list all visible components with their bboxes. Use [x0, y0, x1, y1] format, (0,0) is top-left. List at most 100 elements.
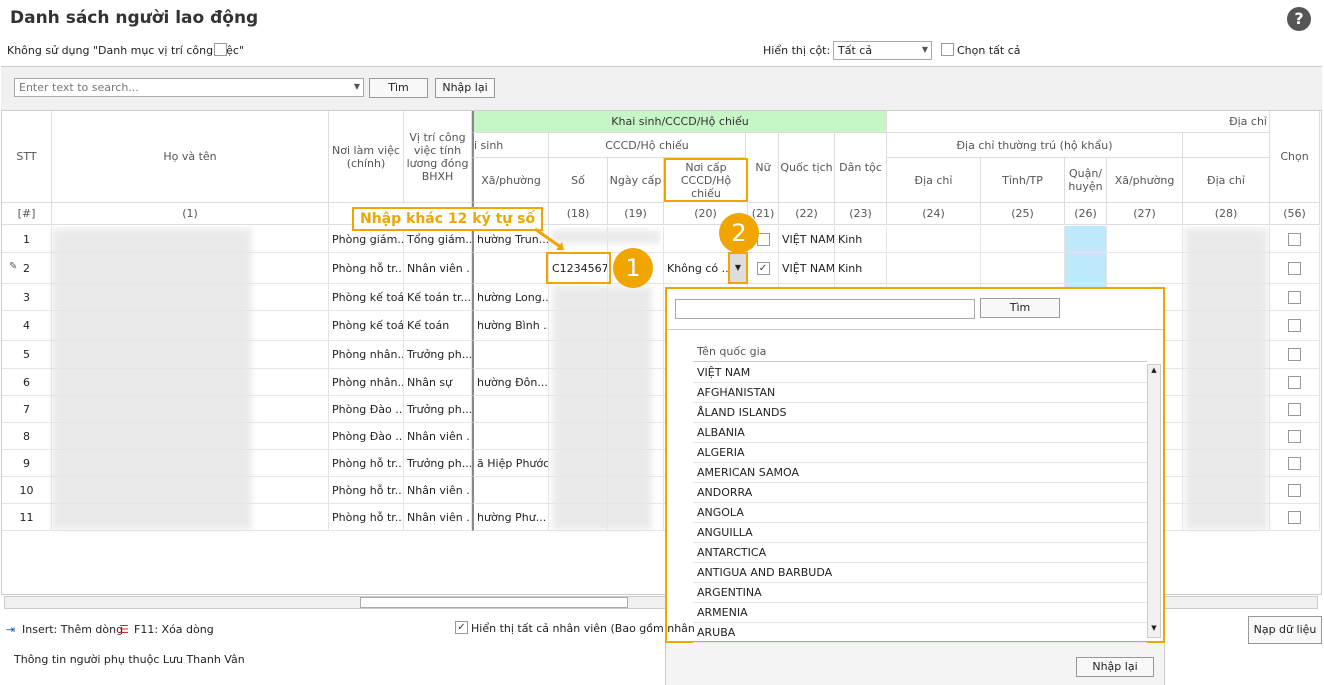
- show-all-checkbox[interactable]: [455, 621, 468, 634]
- header-position[interactable]: Vị trí công việc tính lương đóng BHXH: [404, 111, 472, 203]
- dropdown-find-button[interactable]: Tìm: [980, 298, 1060, 318]
- cell-position[interactable]: Kế toán tr...: [404, 284, 472, 311]
- cell-ward[interactable]: hường Phư...: [472, 504, 549, 531]
- scroll-up-icon[interactable]: ▲: [1149, 366, 1159, 376]
- female-cell[interactable]: [748, 253, 779, 284]
- cell-ward[interactable]: [472, 253, 549, 284]
- cell-ward[interactable]: ã Hiệp Phước: [472, 450, 549, 477]
- cell-ward[interactable]: [472, 477, 549, 504]
- cell-workplace[interactable]: Phòng kế toán: [329, 284, 404, 311]
- grid-cell[interactable]: [981, 226, 1065, 253]
- choose-cell[interactable]: [1270, 284, 1320, 311]
- choose-checkbox[interactable]: [1288, 510, 1301, 524]
- row-stt[interactable]: 1: [2, 226, 52, 253]
- choose-cell[interactable]: [1270, 396, 1320, 423]
- row-stt[interactable]: 8: [2, 423, 52, 450]
- country-item[interactable]: VIỆT NAM: [693, 363, 1147, 383]
- cell-ethnic[interactable]: Kinh: [835, 253, 887, 284]
- cell-workplace[interactable]: Phòng hỗ tr...: [329, 450, 404, 477]
- show-cols-select[interactable]: Tất cả ▼: [833, 41, 932, 60]
- district-cell[interactable]: [1065, 253, 1107, 284]
- choose-cell[interactable]: [1270, 311, 1320, 341]
- female-checkbox[interactable]: [756, 261, 770, 275]
- choose-cell[interactable]: [1270, 253, 1320, 284]
- cell-ward[interactable]: hường Đôn...: [472, 369, 549, 396]
- country-item[interactable]: ARMENIA: [693, 603, 1147, 623]
- country-item[interactable]: ARUBA: [693, 623, 1147, 643]
- choose-checkbox[interactable]: [1288, 232, 1301, 246]
- cell-position[interactable]: Nhân viên ...: [404, 504, 472, 531]
- header-district[interactable]: Quận/ huyện: [1065, 158, 1107, 203]
- header-number[interactable]: Số: [549, 158, 608, 203]
- help-icon[interactable]: ?: [1287, 7, 1311, 31]
- country-item[interactable]: ANGUILLA: [693, 523, 1147, 543]
- row-stt[interactable]: 9: [2, 450, 52, 477]
- row-stt[interactable]: 5: [2, 341, 52, 369]
- row-stt[interactable]: 6: [2, 369, 52, 396]
- header-choose[interactable]: Chọn: [1270, 111, 1320, 203]
- header-issue-place[interactable]: Nơi cấp CCCD/Hộ chiếu: [664, 158, 748, 202]
- cell-position[interactable]: Trưởng ph...: [404, 450, 472, 477]
- cell-workplace[interactable]: Phòng Đào ...: [329, 396, 404, 423]
- find-button[interactable]: Tìm: [369, 78, 428, 98]
- load-data-button[interactable]: Nạp dữ liệu: [1248, 616, 1322, 644]
- choose-checkbox[interactable]: [1288, 429, 1301, 443]
- cell-nationality[interactable]: VIỆT NAM: [779, 226, 835, 253]
- dropdown-col-header[interactable]: Tên quốc gia: [693, 341, 1147, 362]
- country-item[interactable]: AMERICAN SAMOA: [693, 463, 1147, 483]
- dropdown-reset-button[interactable]: Nhập lại: [1076, 657, 1154, 677]
- country-item[interactable]: ALBANIA: [693, 423, 1147, 443]
- grid-cell[interactable]: [981, 253, 1065, 284]
- country-item[interactable]: ANTARCTICA: [693, 543, 1147, 563]
- header-ward2[interactable]: Xã/phường: [1107, 158, 1183, 203]
- header-ward[interactable]: Xã/phường: [472, 158, 549, 203]
- cell-workplace[interactable]: Phòng hỗ tr...: [329, 477, 404, 504]
- choose-cell[interactable]: [1270, 341, 1320, 369]
- dropdown-toggle[interactable]: ▼: [728, 252, 748, 284]
- choose-checkbox[interactable]: [1288, 483, 1301, 497]
- choose-cell[interactable]: [1270, 226, 1320, 253]
- row-stt[interactable]: 10: [2, 477, 52, 504]
- country-item[interactable]: ANGOLA: [693, 503, 1147, 523]
- cell-workplace[interactable]: Phòng Đào ...: [329, 423, 404, 450]
- choose-checkbox[interactable]: [1288, 402, 1301, 416]
- cell-position[interactable]: Trưởng ph...: [404, 341, 472, 369]
- district-cell[interactable]: [1065, 226, 1107, 253]
- cell-ethnic[interactable]: Kinh: [835, 226, 887, 253]
- cell-workplace[interactable]: Phòng hỗ tr...: [329, 253, 404, 284]
- row-stt[interactable]: 7: [2, 396, 52, 423]
- no-use-checkbox[interactable]: [214, 43, 227, 56]
- choose-checkbox[interactable]: [1288, 456, 1301, 470]
- choose-cell[interactable]: [1270, 450, 1320, 477]
- grid-cell[interactable]: [1107, 253, 1183, 284]
- cell-position[interactable]: Nhân viên ...: [404, 423, 472, 450]
- header-ethnic[interactable]: Dân tộc: [835, 133, 887, 203]
- dropdown-search-input[interactable]: [675, 299, 975, 319]
- header-address2[interactable]: Địa chỉ: [1183, 158, 1270, 203]
- cell-workplace[interactable]: Phòng kế toán: [329, 311, 404, 341]
- search-input[interactable]: Enter text to search... ▼: [14, 78, 364, 97]
- country-item[interactable]: ANTIGUA AND BARBUDA: [693, 563, 1147, 583]
- choose-checkbox[interactable]: [1288, 290, 1301, 304]
- country-item[interactable]: ALGERIA: [693, 443, 1147, 463]
- row-stt[interactable]: 3: [2, 284, 52, 311]
- country-item[interactable]: ARGENTINA: [693, 583, 1147, 603]
- cell-workplace[interactable]: Phòng nhân...: [329, 341, 404, 369]
- cell-ward[interactable]: [472, 341, 549, 369]
- choose-cell[interactable]: [1270, 477, 1320, 504]
- grid-cell[interactable]: [887, 226, 981, 253]
- choose-checkbox[interactable]: [1288, 261, 1301, 275]
- cell-ward[interactable]: [472, 396, 549, 423]
- cell-workplace[interactable]: Phòng hỗ tr...: [329, 504, 404, 531]
- cell-workplace[interactable]: Phòng nhân...: [329, 369, 404, 396]
- choose-cell[interactable]: [1270, 369, 1320, 396]
- choose-cell[interactable]: [1270, 423, 1320, 450]
- header-female[interactable]: Nữ: [748, 133, 779, 203]
- reset-button[interactable]: Nhập lại: [435, 78, 495, 98]
- header-nationality[interactable]: Quốc tịch: [779, 133, 835, 203]
- cell-ward[interactable]: hường Bình ...: [472, 311, 549, 341]
- dropdown-scrollbar[interactable]: [1147, 364, 1161, 638]
- row-stt[interactable]: 4: [2, 311, 52, 341]
- cell-ward[interactable]: [472, 423, 549, 450]
- choose-checkbox[interactable]: [1288, 348, 1301, 361]
